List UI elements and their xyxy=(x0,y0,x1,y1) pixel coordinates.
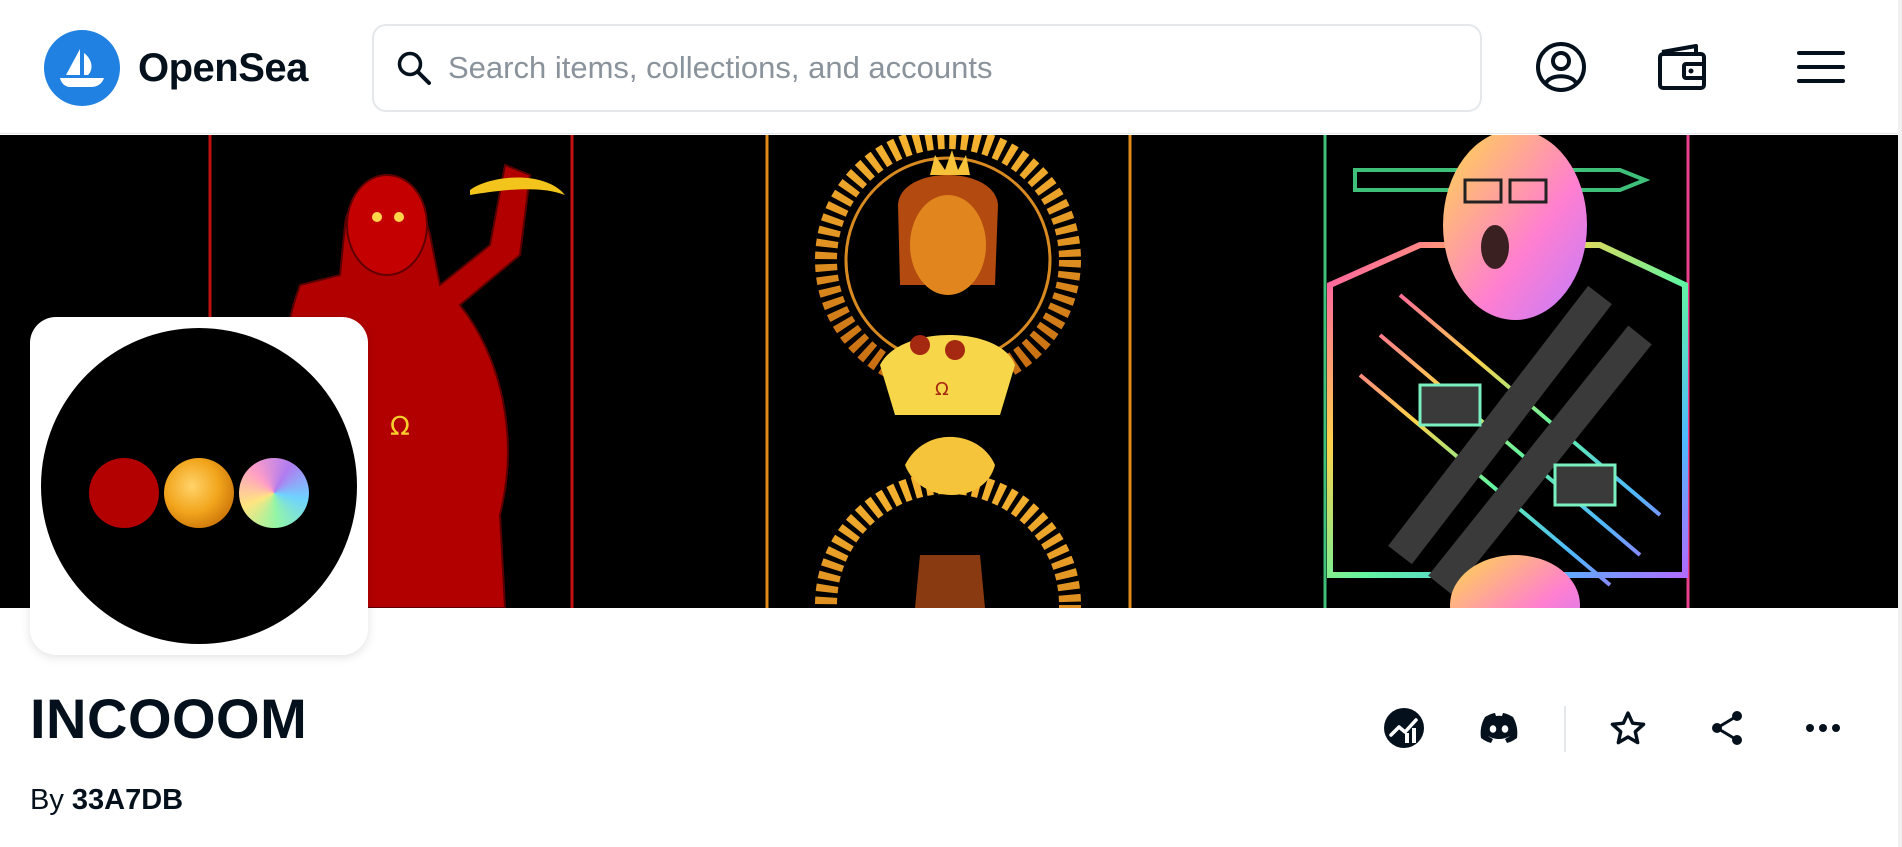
menu-icon xyxy=(1797,51,1845,83)
collection-avatar xyxy=(30,317,368,655)
wallet-icon xyxy=(1658,44,1706,90)
favorite-button[interactable] xyxy=(1600,700,1656,756)
wallet-button[interactable] xyxy=(1650,35,1714,99)
website-chart-icon xyxy=(1384,708,1424,748)
svg-text:Ω: Ω xyxy=(390,412,410,442)
share-icon xyxy=(1712,711,1742,745)
page-scrollbar[interactable] xyxy=(1898,0,1902,847)
by-label: By xyxy=(30,784,64,816)
search-icon xyxy=(394,48,434,88)
account-icon xyxy=(1536,42,1586,92)
website-button[interactable] xyxy=(1376,700,1432,756)
avatar-red-dot xyxy=(89,458,159,528)
more-options-button[interactable] xyxy=(1795,700,1851,756)
actions-divider xyxy=(1564,706,1566,752)
star-icon xyxy=(1610,711,1646,745)
search-bar[interactable] xyxy=(372,24,1482,112)
account-button[interactable] xyxy=(1529,35,1593,99)
avatar-gold-dot xyxy=(164,458,234,528)
collection-logo-image xyxy=(41,328,357,644)
brand-name: OpenSea xyxy=(138,45,308,90)
collection-title: INCOOOM xyxy=(30,687,308,750)
search-input[interactable] xyxy=(446,37,1480,99)
avatar-holographic-dot xyxy=(239,458,309,528)
top-nav-bar: OpenSea xyxy=(0,0,1902,134)
discord-button[interactable] xyxy=(1471,700,1527,756)
svg-text:Ω: Ω xyxy=(935,379,949,400)
banner-card-rainbow-king xyxy=(1323,135,1690,608)
menu-button[interactable] xyxy=(1789,35,1853,99)
more-icon xyxy=(1806,724,1840,732)
opensea-logo-link[interactable]: OpenSea xyxy=(44,30,308,106)
banner-card-gold-queen: Ω xyxy=(765,135,1132,608)
creator-byline: By 33A7DB xyxy=(30,784,183,817)
share-button[interactable] xyxy=(1699,700,1755,756)
opensea-ship-icon xyxy=(44,30,120,106)
creator-link[interactable]: 33A7DB xyxy=(72,784,183,816)
discord-icon xyxy=(1480,713,1518,743)
